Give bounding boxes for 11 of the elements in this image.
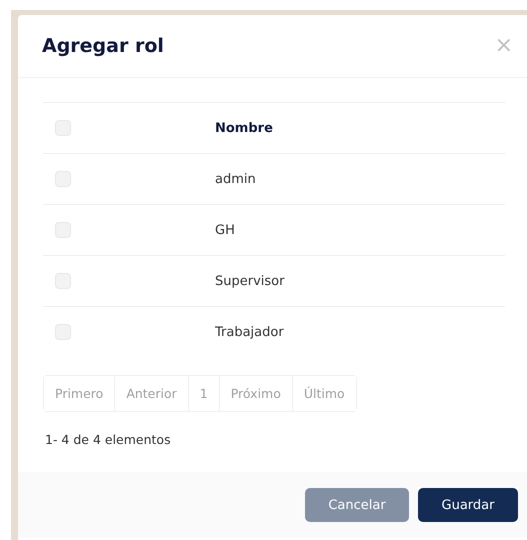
- item-count: 1- 4 de 4 elementos: [44, 432, 172, 447]
- table-cell: GH: [215, 222, 235, 238]
- cancel-button[interactable]: Cancelar: [305, 488, 409, 522]
- table-cell: admin: [215, 172, 256, 186]
- save-button[interactable]: Guardar: [418, 488, 518, 522]
- dialog-title: Agregar rol: [42, 35, 164, 57]
- table-cell: Trabajador: [215, 324, 284, 340]
- column-header: Nombre: [215, 120, 273, 136]
- page-button[interactable]: Primero: [44, 376, 116, 411]
- close-button[interactable]: ×: [494, 35, 513, 57]
- table-cell: Supervisor: [215, 274, 284, 288]
